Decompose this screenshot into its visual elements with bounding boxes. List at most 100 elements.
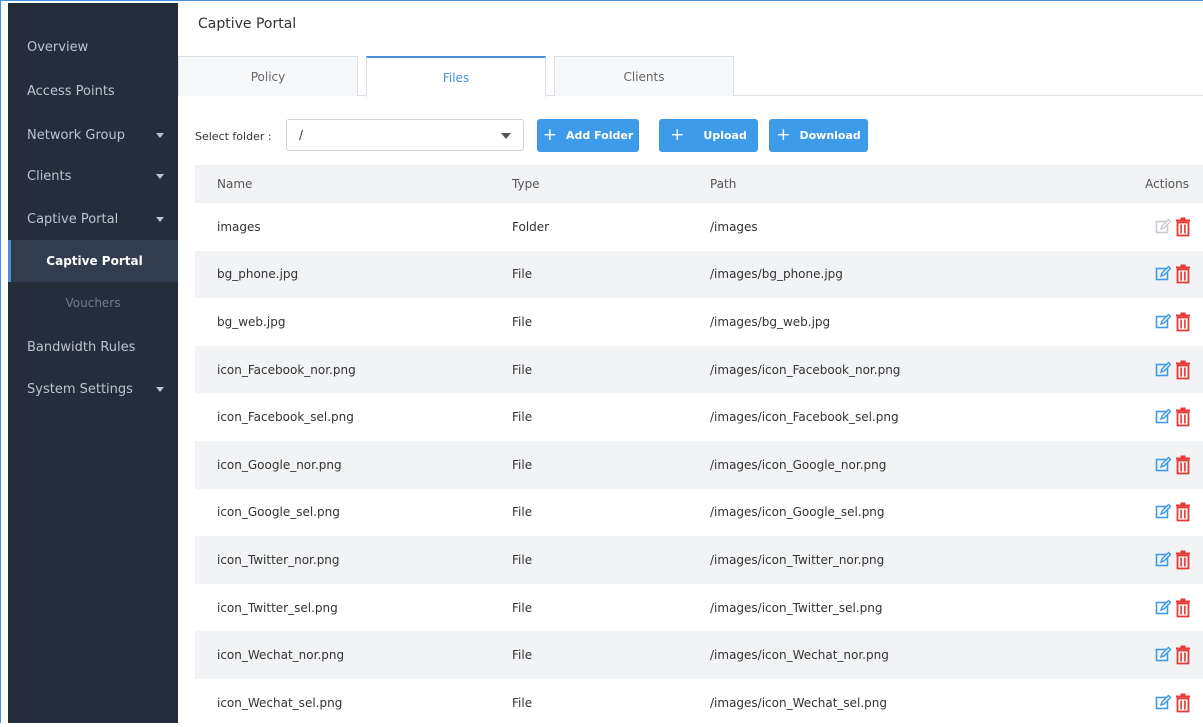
table-row: icon_Google_nor.png File/images/icon_Goog…	[195, 440, 1203, 489]
file-path-cell: /images/icon_Google_nor.png	[710, 457, 887, 472]
row-actions	[1155, 693, 1191, 713]
trash-icon[interactable]	[1175, 502, 1191, 522]
file-type-cell: File	[512, 552, 533, 567]
folder-select-value: /	[299, 128, 304, 142]
edit-icon[interactable]	[1155, 502, 1172, 522]
caret-down-icon	[156, 133, 164, 138]
sidebar-item-label: System Settings	[27, 381, 133, 397]
sidebar-subitem-vouchers[interactable]: Vouchers	[8, 282, 178, 324]
file-type-cell: File	[512, 267, 533, 282]
table-header: Name Type Path Actions	[195, 165, 1203, 203]
row-actions	[1155, 217, 1191, 237]
row-actions	[1155, 598, 1191, 618]
caret-down-icon	[156, 387, 164, 392]
file-name-cell: icon_Twitter_sel.png	[217, 600, 338, 615]
download-button[interactable]: + Download	[769, 119, 868, 152]
file-name-cell: icon_Facebook_sel.png	[217, 410, 354, 425]
folder-select[interactable]: /	[286, 119, 524, 151]
tab-policy[interactable]: Policy	[178, 56, 358, 96]
tab-label: Policy	[250, 69, 286, 84]
trash-icon[interactable]	[1175, 312, 1191, 332]
sidebar-subitem-label: Captive Portal	[46, 254, 143, 268]
table-row: bg_phone.jpg File/images/bg_phone.jpg	[195, 250, 1203, 299]
sidebar-item-bandwidth-rules[interactable]: Bandwidth Rules	[8, 325, 178, 369]
sidebar-subitem-label: Vouchers	[65, 296, 121, 310]
sidebar-item-label: Captive Portal	[27, 211, 119, 227]
file-path-cell: /images/icon_Facebook_sel.png	[710, 410, 899, 425]
sidebar-item-access-points[interactable]: Access Points	[8, 69, 178, 113]
table-row: icon_Twitter_nor.png File/images/icon_Twi…	[195, 536, 1203, 584]
caret-down-icon	[156, 217, 164, 222]
row-actions	[1155, 360, 1191, 380]
file-path-cell: /images/icon_Facebook_nor.png	[710, 362, 901, 377]
column-header-actions: Actions	[1145, 177, 1189, 191]
edit-icon[interactable]	[1155, 407, 1172, 427]
sidebar-item-network-group[interactable]: Network Group	[8, 113, 178, 157]
edit-icon[interactable]	[1155, 455, 1172, 475]
file-path-cell: /images/bg_phone.jpg	[710, 267, 843, 282]
row-actions	[1155, 645, 1191, 665]
edit-icon[interactable]	[1155, 645, 1172, 665]
caret-down-icon	[501, 133, 511, 139]
file-name-cell: icon_Twitter_nor.png	[217, 552, 340, 567]
tab-files[interactable]: Files	[366, 56, 546, 97]
row-actions	[1155, 407, 1191, 427]
column-header-name: Name	[217, 177, 253, 191]
trash-icon[interactable]	[1175, 693, 1191, 713]
trash-icon[interactable]	[1175, 360, 1191, 380]
upload-button[interactable]: + Upload	[659, 119, 758, 152]
file-type-cell: File	[512, 695, 533, 710]
trash-icon[interactable]	[1175, 407, 1191, 427]
edit-icon[interactable]	[1155, 550, 1172, 570]
edit-icon[interactable]	[1155, 360, 1172, 380]
file-name-cell: bg_web.jpg	[217, 314, 286, 329]
trash-icon[interactable]	[1175, 217, 1191, 237]
edit-icon[interactable]	[1155, 598, 1172, 618]
files-table: Name Type Path Actions images Folder/imag…	[195, 165, 1203, 727]
page-title: Captive Portal	[198, 16, 297, 32]
sidebar-item-clients[interactable]: Clients	[8, 154, 178, 198]
tab-clients[interactable]: Clients	[554, 56, 734, 96]
sidebar-item-overview[interactable]: Overview	[8, 25, 178, 69]
download-label: Download	[799, 129, 861, 142]
trash-icon[interactable]	[1175, 455, 1191, 475]
file-path-cell: /images/icon_Twitter_sel.png	[710, 600, 883, 615]
file-path-cell: /images/bg_web.jpg	[710, 314, 831, 329]
file-name-cell: bg_phone.jpg	[217, 267, 299, 282]
trash-icon[interactable]	[1175, 645, 1191, 665]
table-row: icon_Wechat_sel.png File/images/icon_Wech…	[195, 679, 1203, 727]
add-folder-button[interactable]: + Add Folder	[537, 119, 639, 152]
table-row: icon_Twitter_sel.png File/images/icon_Twi…	[195, 584, 1203, 632]
select-folder-label: Select folder :	[195, 130, 272, 143]
file-name-cell: icon_Facebook_nor.png	[217, 362, 356, 377]
upload-label: Upload	[703, 129, 747, 142]
table-row: icon_Facebook_sel.png File/images/icon_Fa…	[195, 393, 1203, 441]
table-row: bg_web.jpg File/images/bg_web.jpg	[195, 298, 1203, 346]
edit-icon[interactable]	[1155, 312, 1172, 332]
edit-icon[interactable]	[1155, 693, 1172, 713]
file-name-cell: icon_Google_nor.png	[217, 457, 342, 472]
row-actions	[1155, 455, 1191, 475]
table-body: images Folder/images bg_phone.jpg File/imag…	[195, 203, 1203, 727]
trash-icon[interactable]	[1175, 598, 1191, 618]
column-header-path: Path	[710, 177, 737, 191]
main-content: Captive Portal Policy Files Clients Sele…	[178, 3, 1203, 723]
file-type-cell: File	[512, 314, 533, 329]
file-type-cell: File	[512, 457, 533, 472]
sidebar-item-captive-portal[interactable]: Captive Portal	[8, 197, 178, 241]
trash-icon[interactable]	[1175, 550, 1191, 570]
sidebar-item-label: Clients	[27, 168, 72, 184]
tab-bar: Policy Files Clients	[178, 56, 1203, 97]
table-row: icon_Google_sel.png File/images/icon_Goog…	[195, 489, 1203, 537]
sidebar: Overview Access Points Network Group Cli…	[8, 3, 178, 723]
row-actions	[1155, 312, 1191, 332]
sidebar-item-system-settings[interactable]: System Settings	[8, 367, 178, 411]
file-type-cell: File	[512, 410, 533, 425]
add-folder-label: Add Folder	[566, 129, 634, 142]
sidebar-subitem-captive-portal[interactable]: Captive Portal	[8, 240, 178, 282]
trash-icon[interactable]	[1175, 264, 1191, 284]
file-name-cell: icon_Wechat_sel.png	[217, 695, 343, 710]
edit-icon[interactable]	[1155, 264, 1172, 284]
sidebar-item-label: Overview	[27, 39, 89, 55]
file-path-cell: /images/icon_Twitter_nor.png	[710, 552, 885, 567]
